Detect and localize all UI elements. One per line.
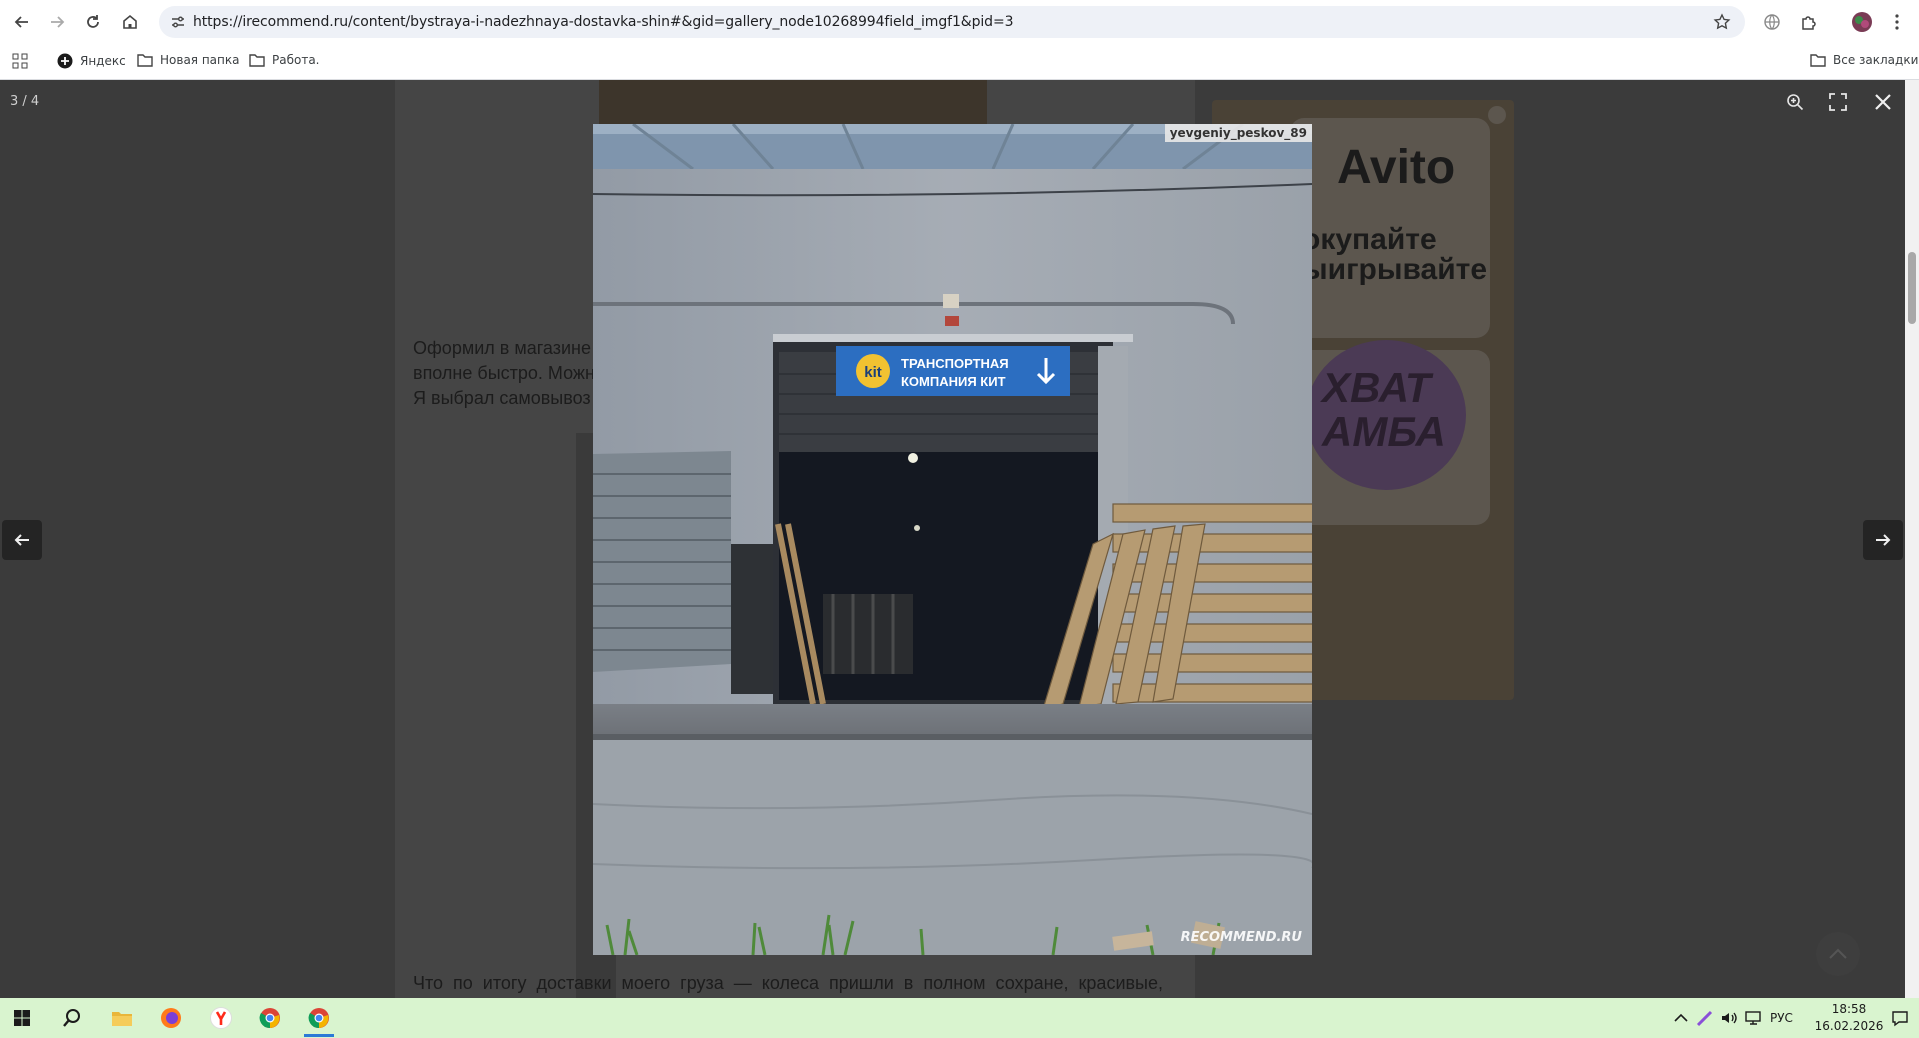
network-button[interactable] [1738, 1002, 1770, 1034]
network-icon [1745, 1011, 1761, 1025]
active-app-indicator [304, 1034, 334, 1037]
bookmark-label: Яндекс [80, 54, 126, 68]
browser-toolbar: https://irecommend.ru/content/bystraya-i… [0, 0, 1919, 44]
zoom-button[interactable] [1779, 86, 1811, 118]
site-settings-icon[interactable] [170, 14, 186, 35]
reload-button[interactable] [80, 9, 106, 35]
back-button[interactable] [9, 9, 35, 35]
folder-icon [112, 1012, 132, 1026]
gallery-image[interactable]: kit ТРАНСПОРТНАЯ КОМПАНИЯ КИТ yevgeniy_p… [593, 124, 1312, 955]
forward-button[interactable] [44, 9, 70, 35]
article-text-line: Оформил в магазине [413, 338, 591, 358]
scrollbar-thumb[interactable] [1908, 252, 1916, 324]
ad-text-line: окупайте [1302, 223, 1437, 256]
bookmark-work[interactable]: Работа. [249, 53, 320, 67]
apps-button[interactable] [12, 53, 28, 69]
search-button[interactable] [56, 1002, 88, 1034]
arrow-right-icon [1876, 534, 1891, 546]
browser-menu-button[interactable] [1884, 9, 1910, 35]
home-button[interactable] [117, 9, 143, 35]
search-icon [63, 1009, 80, 1027]
avatar-icon [1852, 12, 1872, 32]
all-bookmarks-label: Все закладки [1833, 53, 1919, 67]
scroll-top-button[interactable] [1816, 932, 1860, 976]
taskbar-firefox[interactable] [155, 1002, 187, 1034]
article-text-line: вполне быстро. Можн [413, 363, 595, 383]
kebab-menu-icon [1895, 14, 1899, 30]
folder-icon [137, 54, 153, 67]
arrow-right-icon [51, 16, 65, 28]
ad-text-line: ыигрывайте [1302, 253, 1488, 286]
yandex-browser-icon [210, 1007, 232, 1029]
folder-icon [1810, 54, 1826, 67]
fullscreen-icon [1829, 93, 1847, 111]
apps-grid-icon [12, 53, 28, 69]
url-text: https://irecommend.ru/content/bystraya-i… [193, 14, 1014, 30]
chevron-up-icon [1674, 1013, 1688, 1022]
close-icon [1875, 94, 1891, 110]
ad-promo-text: ХВАТ АМБА [1322, 364, 1446, 455]
extensions-button[interactable] [1796, 9, 1822, 35]
bookmark-new-folder[interactable]: Новая папка [137, 53, 239, 67]
ad-brand: Avito [1337, 141, 1456, 194]
article-text-line: Что по итогу доставки моего груза — коле… [413, 973, 1164, 993]
clock-date[interactable]: 16.02.2026 [1807, 1019, 1891, 1033]
firefox-icon [161, 1008, 181, 1028]
notifications-button[interactable] [1884, 1002, 1916, 1034]
bookmark-label: Работа. [272, 53, 320, 67]
taskbar-chrome-2[interactable] [303, 1002, 335, 1034]
profile-avatar[interactable] [1849, 9, 1875, 35]
speaker-icon [1722, 1012, 1737, 1024]
bookmarks-bar: Яндекс Новая папка Работа. Все закладки [0, 44, 1919, 80]
all-bookmarks[interactable]: Все закладки [1810, 53, 1918, 67]
globe-icon [1764, 14, 1780, 30]
bookmark-yandex[interactable]: Яндекс [57, 53, 126, 69]
page-scrollbar[interactable] [1905, 80, 1919, 998]
taskbar-explorer[interactable] [106, 1002, 138, 1034]
chrome-icon [259, 1008, 280, 1029]
puzzle-icon [1802, 16, 1816, 30]
prev-image-button[interactable] [2, 520, 42, 560]
taskbar: РУС 18:58 16.02.2026 [0, 998, 1919, 1038]
input-language[interactable]: РУС [1770, 1011, 1793, 1025]
next-image-button[interactable] [1863, 520, 1903, 560]
taskbar-chrome-1[interactable] [254, 1002, 286, 1034]
address-bar[interactable]: https://irecommend.ru/content/bystraya-i… [159, 6, 1745, 38]
translate-button[interactable] [1759, 9, 1785, 35]
folder-icon [249, 54, 265, 67]
ad-options-icon[interactable] [1488, 106, 1506, 124]
gallery-counter: 3 / 4 [10, 94, 40, 109]
warehouse-photo: kit ТРАНСПОРТНАЯ КОМПАНИЯ КИТ [593, 124, 1312, 955]
clock-time[interactable]: 18:58 [1819, 1002, 1879, 1016]
bookmark-star-icon[interactable] [1713, 13, 1731, 36]
reload-icon [87, 15, 99, 28]
chrome-icon [308, 1008, 329, 1029]
arrow-left-icon [14, 16, 28, 28]
article-photo-top [599, 80, 987, 125]
bookmark-label: Новая папка [160, 53, 240, 67]
chevron-up-icon [1829, 948, 1847, 959]
home-icon [123, 14, 137, 29]
photo-watermark: RECOMMEND.RU [1180, 930, 1302, 945]
sign-text-line2: КОМПАНИЯ КИТ [901, 374, 1006, 389]
sign-text-line1: ТРАНСПОРТНАЯ [901, 356, 1009, 371]
zoom-in-icon [1787, 94, 1804, 111]
fullscreen-button[interactable] [1822, 86, 1854, 118]
sign-logo: kit [864, 364, 882, 381]
windows-icon [14, 1010, 30, 1026]
article-text-line: Я выбрал самовывоз [413, 388, 591, 408]
notification-icon [1892, 1011, 1908, 1027]
close-button[interactable] [1867, 86, 1899, 118]
arrow-left-icon [14, 534, 29, 546]
photo-author: yevgeniy_peskov_89 [1164, 124, 1312, 142]
start-button[interactable] [6, 1002, 38, 1034]
yandex-icon [57, 53, 73, 69]
taskbar-yandex-browser[interactable] [205, 1002, 237, 1034]
